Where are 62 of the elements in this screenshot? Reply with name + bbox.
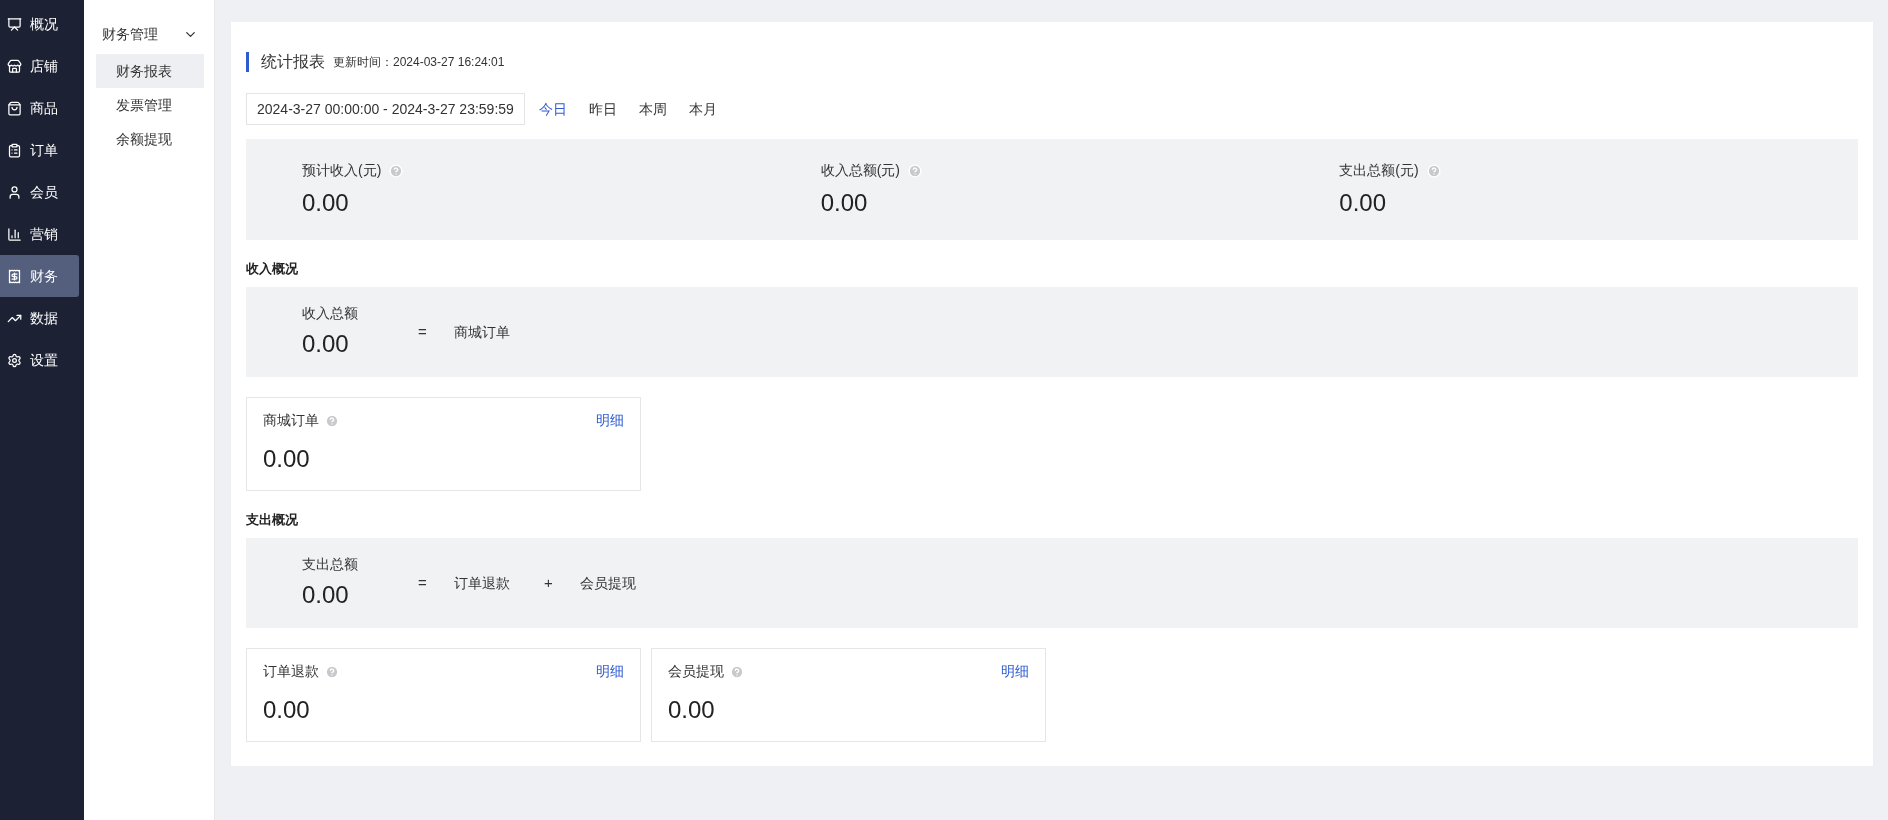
nav-item[interactable]: 财务 bbox=[0, 255, 79, 297]
store-icon bbox=[7, 58, 22, 74]
section-title: 收入概况 bbox=[246, 260, 299, 278]
card-value: 0.00 bbox=[263, 695, 311, 725]
section-title: 支出概况 bbox=[246, 511, 299, 529]
detail-link[interactable]: 明细 bbox=[596, 661, 624, 682]
nav-item[interactable]: 店铺 bbox=[0, 45, 79, 87]
operator-sign: + bbox=[544, 572, 554, 593]
help-icon[interactable] bbox=[908, 163, 922, 178]
summary-value: 0.00 bbox=[820, 188, 869, 218]
settings-icon bbox=[7, 352, 22, 368]
card-label: 商城订单 bbox=[263, 411, 319, 430]
nav-item[interactable]: 数据 bbox=[0, 297, 79, 339]
nav-item[interactable]: 订单 bbox=[0, 129, 79, 171]
quick-range-link[interactable]: 昨日 bbox=[588, 98, 617, 120]
submenu-item[interactable]: 余额提现 bbox=[96, 122, 204, 156]
help-icon[interactable] bbox=[1426, 163, 1441, 178]
operator-sign: = bbox=[418, 572, 428, 593]
submenu-item[interactable]: 发票管理 bbox=[96, 88, 204, 122]
nav-item[interactable]: 商品 bbox=[0, 87, 79, 129]
summary-value: 0.00 bbox=[302, 188, 350, 218]
formula-label: 支出总额 bbox=[302, 554, 359, 574]
card-label: 会员提现 bbox=[668, 662, 724, 681]
help-icon[interactable] bbox=[325, 664, 339, 679]
summary-label: 预计收入(元) bbox=[302, 161, 382, 180]
nav-item[interactable]: 设置 bbox=[0, 339, 79, 381]
card-value: 0.00 bbox=[668, 695, 716, 725]
summary-label: 支出总额(元) bbox=[1339, 161, 1419, 180]
help-icon[interactable] bbox=[325, 413, 339, 428]
clipboard-icon bbox=[7, 142, 22, 158]
card-value: 0.00 bbox=[263, 444, 311, 474]
nav-item[interactable]: 会员 bbox=[0, 171, 79, 213]
formula-value: 0.00 bbox=[302, 328, 350, 359]
receipt-icon bbox=[7, 268, 22, 284]
summary-value: 0.00 bbox=[1339, 188, 1388, 218]
update-time: 更新时间：2024-03-27 16:24:01 bbox=[333, 54, 505, 71]
detail-link[interactable]: 明细 bbox=[596, 410, 624, 431]
quick-range-link[interactable]: 本月 bbox=[688, 98, 717, 120]
quick-range-link[interactable]: 今日 bbox=[538, 98, 567, 120]
quick-range-link[interactable]: 本周 bbox=[638, 98, 667, 120]
submenu-header[interactable]: 财务管理 bbox=[84, 20, 214, 48]
nav-item[interactable]: 营销 bbox=[0, 213, 79, 255]
date-range-field[interactable]: 2024-3-27 00:00:00 - 2024-3-27 23:59:59 bbox=[246, 93, 525, 125]
help-icon[interactable] bbox=[389, 163, 404, 178]
help-icon[interactable] bbox=[730, 664, 744, 679]
formula-term: 订单退款 bbox=[454, 573, 511, 593]
operator-sign: = bbox=[418, 321, 428, 342]
bag-icon bbox=[7, 100, 22, 116]
chart-board-icon bbox=[7, 16, 22, 32]
bar-chart-icon bbox=[7, 226, 22, 242]
formula-value: 0.00 bbox=[302, 579, 350, 610]
card-label: 订单退款 bbox=[263, 662, 319, 681]
nav-item[interactable]: 概况 bbox=[0, 3, 79, 45]
submenu-title: 财务管理 bbox=[102, 24, 158, 44]
summary-label: 收入总额(元) bbox=[820, 161, 900, 180]
formula-label: 收入总额 bbox=[302, 303, 359, 323]
user-icon bbox=[7, 184, 22, 200]
report-title: 统计报表 bbox=[261, 52, 325, 72]
submenu-item[interactable]: 财务报表 bbox=[96, 54, 204, 88]
detail-link[interactable]: 明细 bbox=[1001, 661, 1029, 682]
formula-term: 商城订单 bbox=[454, 322, 511, 342]
formula-term: 会员提现 bbox=[580, 573, 637, 593]
